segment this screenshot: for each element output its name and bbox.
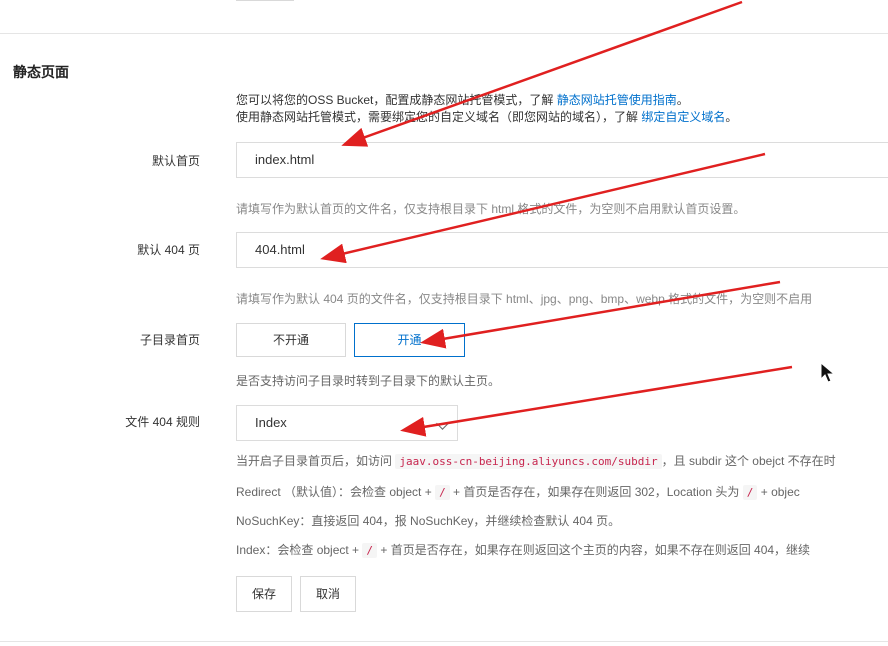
cancel-button[interactable]: 取消 (300, 576, 356, 612)
rule-description-redirect: Redirect （默认值）：会检查 object + / + 首页是否存在，如… (236, 485, 800, 500)
file-404-rule-select[interactable]: Index (236, 405, 458, 441)
subdir-index-hint: 是否支持访问子目录时转到子目录下的默认主页。 (236, 374, 501, 388)
subdir-index-on-option[interactable]: 开通 (354, 323, 465, 357)
file-404-rule-selected: Index (255, 415, 287, 430)
default-404-hint: 请填写作为默认 404 页的文件名，仅支持根目录下 html、jpg、png、b… (236, 292, 813, 306)
intro-line-1: 您可以将您的OSS Bucket，配置成静态网站托管模式，了解 静态网站托管使用… (236, 93, 689, 107)
file-404-rule-label: 文件 404 规则 (125, 415, 200, 429)
subdir-index-label: 子目录首页 (139, 333, 200, 347)
default-index-label: 默认首页 (151, 154, 200, 168)
chevron-down-icon (436, 417, 449, 430)
section-title: 静态页面 (13, 64, 69, 80)
subdir-index-off-option[interactable]: 不开通 (236, 323, 346, 357)
default-index-input[interactable]: index.html (236, 142, 888, 178)
previous-section-button[interactable] (236, 0, 294, 1)
rule-description-1: 当开启子目录首页后，如访问 jaav.oss-cn-beijing.aliyun… (236, 454, 836, 469)
default-404-label: 默认 404 页 (137, 243, 200, 257)
rule-description-index: Index：会检查 object + / + 首页是否存在，如果存在则返回这个主… (236, 543, 811, 558)
rule-description-nosuchkey: NoSuchKey：直接返回 404，报 NoSuchKey，并继续检查默认 4… (236, 514, 621, 528)
mouse-pointer-icon (820, 362, 836, 383)
intro-line-2: 使用静态网站托管模式，需要绑定您的自定义域名（即您网站的域名），了解 绑定自定义… (236, 110, 738, 124)
section-divider-top (0, 33, 888, 34)
section-divider-bottom (0, 641, 888, 642)
save-button[interactable]: 保存 (236, 576, 292, 612)
example-url-code: jaav.oss-cn-beijing.aliyuncs.com/subdir (395, 454, 662, 469)
default-index-hint: 请填写作为默认首页的文件名，仅支持根目录下 html 格式的文件，为空则不启用默… (236, 202, 746, 216)
static-hosting-guide-link[interactable]: 静态网站托管使用指南 (557, 93, 677, 107)
default-404-input[interactable]: 404.html (236, 232, 888, 268)
bind-domain-link[interactable]: 绑定自定义域名 (641, 110, 725, 124)
